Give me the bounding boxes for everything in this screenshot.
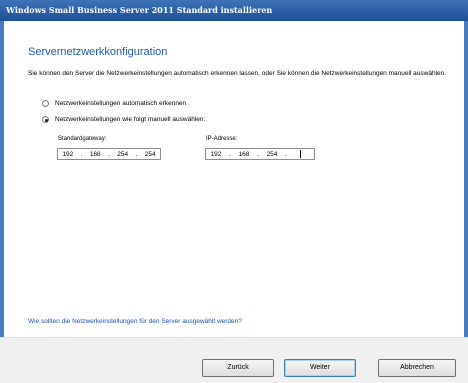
- page-title: Servernetzwerkkonfiguration: [28, 46, 168, 58]
- window-frame-right: [464, 21, 468, 337]
- radio-auto-icon[interactable]: [42, 100, 49, 107]
- next-button[interactable]: Weiter: [284, 359, 356, 377]
- radio-auto-label: Netzwerkeinstellungen automatisch erkenn…: [55, 100, 187, 107]
- radio-manual-icon[interactable]: [42, 116, 49, 123]
- octet-separator: .: [257, 150, 259, 158]
- radio-manual[interactable]: Netzwerkeinstellungen wie folgt manuell …: [42, 116, 205, 123]
- octet-separator: .: [229, 150, 231, 158]
- back-button[interactable]: Zurück: [202, 359, 274, 377]
- gateway-octet-2[interactable]: 168: [85, 151, 105, 158]
- ip-address-label: IP-Adresse:: [206, 136, 238, 142]
- gateway-input[interactable]: 192 . 168 . 254 . 254: [57, 148, 161, 160]
- cancel-button[interactable]: Abbrechen: [378, 359, 456, 377]
- page-description: Sie können den Server die Netzwerkeinste…: [28, 70, 447, 77]
- ip-octet-4[interactable]: [290, 150, 310, 158]
- ip-octet-1[interactable]: 192: [206, 151, 226, 158]
- octet-separator: .: [80, 150, 83, 158]
- help-link[interactable]: Wie sollten die Netzwerkeinstellungen fü…: [28, 318, 242, 325]
- installer-window: Windows Small Business Server 2011 Stand…: [0, 0, 468, 383]
- ip-address-input[interactable]: 192 . 168 . 254 .: [205, 148, 315, 160]
- gateway-octet-3[interactable]: 254: [113, 151, 133, 158]
- octet-separator: .: [285, 150, 287, 158]
- radio-manual-label: Netzwerkeinstellungen wie folgt manuell …: [55, 116, 206, 123]
- octet-separator: .: [135, 150, 138, 158]
- window-title: Windows Small Business Server 2011 Stand…: [0, 0, 468, 21]
- radio-auto-detect[interactable]: Netzwerkeinstellungen automatisch erkenn…: [42, 100, 186, 107]
- ip-octet-3[interactable]: 254: [262, 151, 282, 158]
- octet-separator: .: [108, 150, 110, 158]
- gateway-octet-1[interactable]: 192: [58, 151, 78, 158]
- gateway-octet-4[interactable]: 254: [140, 151, 160, 158]
- gateway-label: Standardgateway:: [58, 136, 107, 142]
- text-caret: [299, 150, 301, 158]
- ip-octet-2[interactable]: 168: [234, 151, 254, 158]
